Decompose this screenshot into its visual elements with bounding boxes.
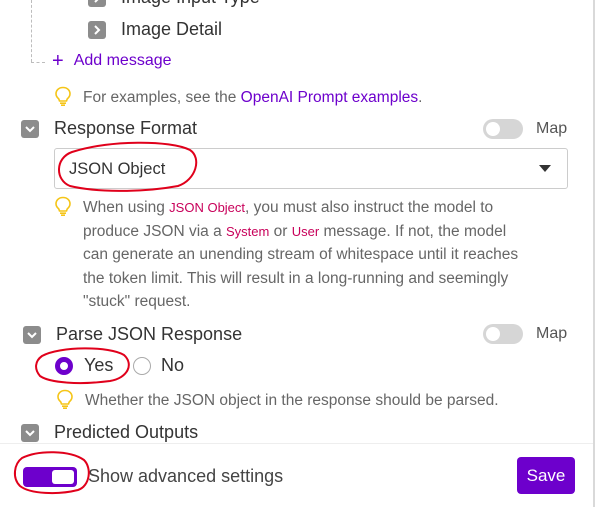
hint-line: produce JSON via a System or User messag… (83, 220, 563, 244)
message-item-label[interactable]: Image Detail (121, 19, 222, 40)
hint-text: or (269, 222, 292, 240)
hint-line: the token limit. This will result in a l… (83, 269, 509, 287)
tree-line (31, 0, 32, 62)
parse-json-label: Parse JSON Response (56, 324, 243, 344)
advanced-settings-toggle[interactable] (23, 467, 77, 487)
hint-line: When using JSON Object, you must also in… (83, 196, 563, 220)
chevron-right-icon[interactable] (88, 21, 106, 39)
openai-examples-link[interactable]: OpenAI Prompt examples (241, 89, 418, 106)
chevron-down-icon[interactable] (21, 120, 39, 138)
parse-json-hint: Whether the JSON object in the response … (85, 392, 499, 409)
response-format-select[interactable]: JSON Object (54, 148, 568, 189)
response-format-label: Response Format (54, 118, 198, 138)
hint-text: For examples, see the (83, 89, 241, 106)
hint-text: . (418, 89, 423, 106)
parse-json-map-toggle[interactable] (483, 324, 523, 344)
caret-down-icon (539, 165, 551, 172)
map-label: Map (536, 325, 568, 342)
settings-panel: Image Input Type Image Detail + Add mess… (0, 0, 587, 442)
chevron-down-icon[interactable] (23, 326, 41, 344)
radio-no[interactable] (133, 357, 151, 375)
map-label: Map (536, 120, 568, 137)
code-span: JSON Object (169, 200, 246, 215)
lightbulb-icon (55, 86, 71, 106)
advanced-settings-label: Show advanced settings (88, 466, 284, 486)
response-format-map-toggle[interactable] (483, 119, 523, 139)
add-message-label: Add message (73, 52, 172, 69)
code-span: User (291, 223, 320, 239)
radio-yes-label[interactable]: Yes (84, 355, 113, 376)
predicted-outputs-label: Predicted Outputs (54, 422, 199, 442)
json-object-hint: When using JSON Object, you must also in… (83, 196, 563, 314)
radio-yes[interactable] (55, 357, 73, 375)
code-span: System (226, 223, 270, 239)
chevron-down-icon[interactable] (21, 424, 39, 442)
radio-no-label[interactable]: No (161, 355, 184, 376)
chevron-right-icon[interactable] (88, 0, 106, 7)
hint-text: , you must also instruct the model to (245, 199, 494, 216)
add-message-button[interactable]: + Add message (52, 50, 172, 72)
lightbulb-icon (55, 196, 71, 216)
save-button[interactable]: Save (517, 457, 575, 494)
tree-branch (31, 62, 45, 63)
hint-line: "stuck" request. (83, 293, 191, 310)
hint-text: message. If not, the model (319, 222, 507, 240)
lightbulb-icon (57, 389, 73, 409)
message-item-label[interactable]: Image Input Type (121, 0, 260, 8)
hint-text: produce JSON via a (83, 222, 227, 240)
select-value: JSON Object (69, 160, 166, 178)
hint-line: can generate an unending stream of white… (83, 246, 519, 263)
examples-hint: For examples, see the OpenAI Prompt exam… (83, 86, 422, 110)
plus-icon: + (52, 50, 64, 72)
hint-text: When using (83, 199, 170, 216)
